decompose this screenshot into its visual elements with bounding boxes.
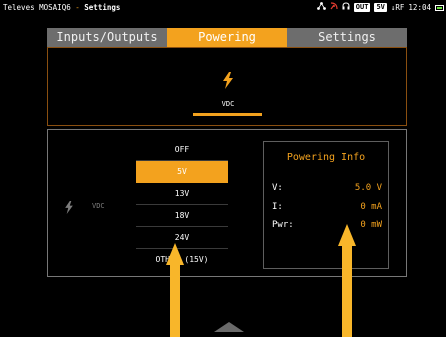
info-row-power: Pwr: 0 mW <box>272 219 382 231</box>
power-mode-indicator <box>193 113 262 116</box>
info-label: V: <box>272 183 283 193</box>
vdc-side-label: VDC <box>92 202 105 210</box>
info-label: Pwr: <box>272 220 294 230</box>
power-mode-panel: VDC <box>47 47 407 126</box>
brand-name: Televes MOSAIQ <box>3 3 67 12</box>
headphones-icon <box>342 2 350 13</box>
lightning-bolt-icon[interactable] <box>222 72 234 89</box>
battery-icon <box>435 4 444 11</box>
info-row-voltage: V: 5.0 V <box>272 182 382 194</box>
status-bar: Televes MOSAIQ6 - Settings OUT 5V ↓RF 12… <box>0 0 446 15</box>
network-icon <box>316 2 326 13</box>
scroll-up-icon[interactable] <box>214 322 244 332</box>
voltage-option-5v[interactable]: 5V <box>136 161 228 183</box>
rf-label: ↓RF <box>390 3 405 12</box>
tab-settings[interactable]: Settings <box>287 28 407 47</box>
status-title: Televes MOSAIQ6 - Settings <box>3 0 120 15</box>
info-value: 0 mW <box>360 220 382 230</box>
annotation-arrow-icon <box>166 243 184 337</box>
voltage-option-18v[interactable]: 18V <box>136 205 228 227</box>
status-indicators: OUT 5V ↓RF 12:04 <box>316 0 444 15</box>
tab-inputs-outputs[interactable]: Inputs/Outputs <box>47 28 167 47</box>
satellite-dish-icon <box>330 2 338 13</box>
title-separator: - <box>70 3 85 12</box>
out-badge: OUT <box>353 3 371 12</box>
info-value: 0 mA <box>360 202 382 212</box>
info-value: 5.0 V <box>354 183 382 193</box>
annotation-arrow-icon <box>338 224 356 337</box>
voltage-badge: 5V <box>374 3 387 12</box>
page-title: Settings <box>84 3 121 12</box>
info-row-current: I: 0 mA <box>272 201 382 213</box>
clock: 12:04 <box>408 3 431 12</box>
powering-info-box: Powering Info V: 5.0 V I: 0 mA Pwr: 0 mW <box>263 141 389 269</box>
voltage-option-13v[interactable]: 13V <box>136 183 228 205</box>
tab-powering[interactable]: Powering <box>167 28 287 47</box>
info-label: I: <box>272 202 283 212</box>
powering-info-title: Powering Info <box>286 152 366 163</box>
tab-bar: Inputs/Outputs Powering Settings <box>47 28 407 47</box>
power-mode-label: VDC <box>221 100 235 108</box>
voltage-option-off[interactable]: OFF <box>136 139 228 161</box>
lightning-bolt-icon <box>64 199 74 214</box>
